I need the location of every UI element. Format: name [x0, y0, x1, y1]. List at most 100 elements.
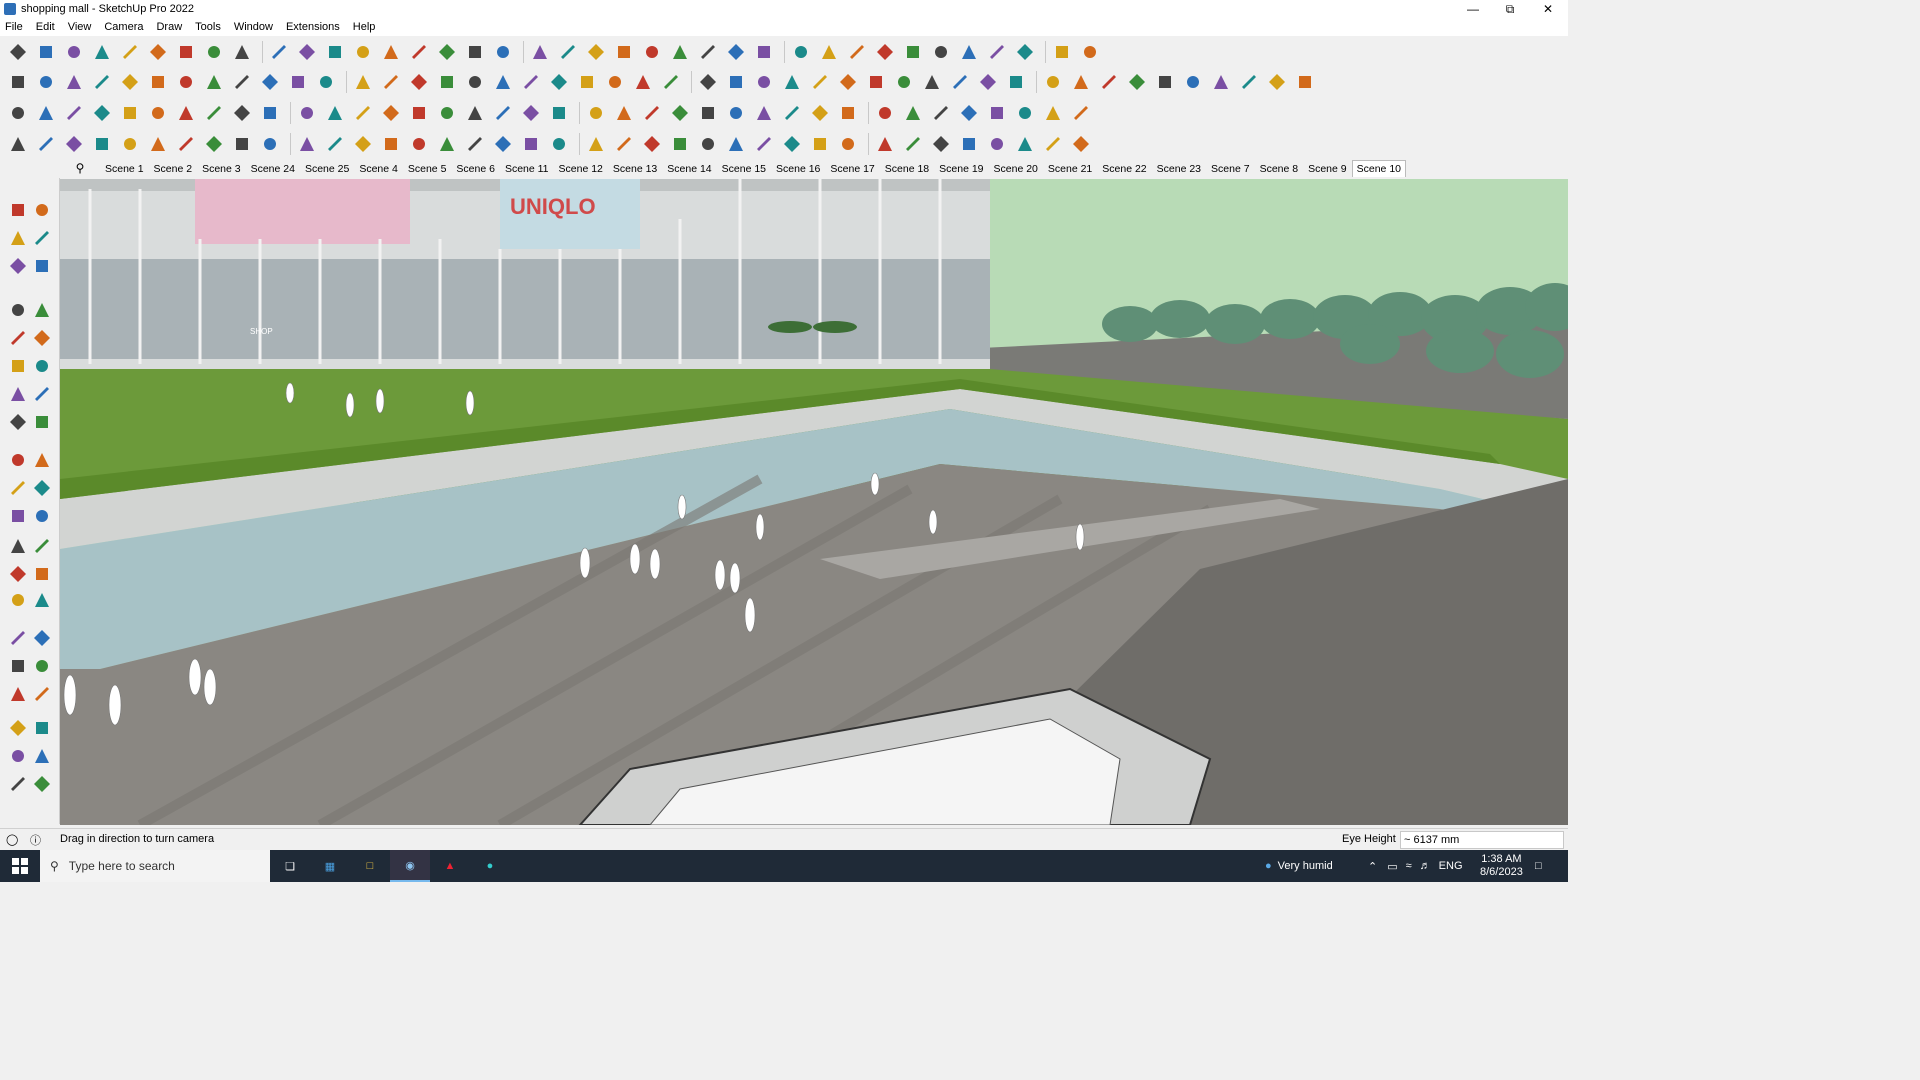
- toolbar-tool-button[interactable]: [901, 101, 925, 125]
- scene-tab[interactable]: Scene 1: [100, 160, 149, 177]
- toolbar-tool-button[interactable]: [146, 40, 170, 64]
- toolbar-tool-button[interactable]: [463, 70, 487, 94]
- scene-tab-active[interactable]: Scene 10: [1351, 159, 1406, 177]
- toolbar-tool-button[interactable]: [174, 70, 198, 94]
- toolbar-tool-button[interactable]: [491, 132, 515, 156]
- clock[interactable]: 1:38 AM 8/6/2023: [1480, 850, 1523, 882]
- left-tool-button[interactable]: [30, 562, 54, 586]
- scene-tab[interactable]: Scene 25: [300, 160, 354, 177]
- menu-file[interactable]: File: [5, 21, 23, 33]
- left-tool-button[interactable]: [6, 476, 30, 500]
- toolbar-tool-button[interactable]: [1181, 70, 1205, 94]
- menu-edit[interactable]: Edit: [36, 21, 55, 33]
- toolbar-tool-button[interactable]: [1004, 70, 1028, 94]
- toolbar-tool-button[interactable]: [407, 70, 431, 94]
- toolbar-tool-button[interactable]: [463, 40, 487, 64]
- toolbar-tool-button[interactable]: [752, 40, 776, 64]
- scene-tab[interactable]: Scene 13: [608, 160, 662, 177]
- left-tool-button[interactable]: [6, 504, 30, 528]
- toolbar-tool-button[interactable]: [323, 101, 347, 125]
- menu-camera[interactable]: Camera: [104, 21, 143, 33]
- toolbar-tool-button[interactable]: [6, 70, 30, 94]
- measurements-box[interactable]: ~ 6137 mm: [1400, 831, 1564, 849]
- toolbar-tool-button[interactable]: [528, 40, 552, 64]
- scene-tab[interactable]: Scene 4: [354, 160, 403, 177]
- toolbar-tool-button[interactable]: [519, 101, 543, 125]
- left-tool-button[interactable]: [6, 588, 30, 612]
- left-tool-button[interactable]: [6, 682, 30, 706]
- toolbar-tool-button[interactable]: [724, 101, 748, 125]
- model-viewport[interactable]: UNIQLO SHOP: [60, 179, 1568, 825]
- scene-tab[interactable]: Scene 3: [197, 160, 246, 177]
- toolbar-tool-button[interactable]: [575, 70, 599, 94]
- toolbar-tool-button[interactable]: [612, 40, 636, 64]
- toolbar-tool-button[interactable]: [948, 70, 972, 94]
- toolbar-tool-button[interactable]: [34, 101, 58, 125]
- toolbar-tool-button[interactable]: [286, 70, 310, 94]
- toolbar-tool-button[interactable]: [584, 101, 608, 125]
- toolbar-tool-button[interactable]: [752, 101, 776, 125]
- toolbar-tool-button[interactable]: [435, 70, 459, 94]
- menu-view[interactable]: View: [68, 21, 92, 33]
- toolbar-tool-button[interactable]: [780, 70, 804, 94]
- toolbar-tool-button[interactable]: [62, 40, 86, 64]
- scene-tab[interactable]: Scene 19: [934, 160, 988, 177]
- toolbar-tool-button[interactable]: [1293, 70, 1317, 94]
- left-tool-button[interactable]: [6, 298, 30, 322]
- left-tool-button[interactable]: [6, 772, 30, 796]
- left-tool-button[interactable]: [6, 534, 30, 558]
- toolbar-tool-button[interactable]: [696, 40, 720, 64]
- left-tool-button[interactable]: [30, 626, 54, 650]
- toolbar-tool-button[interactable]: [696, 132, 720, 156]
- toolbar-tool-button[interactable]: [295, 40, 319, 64]
- toolbar-tool-button[interactable]: [985, 40, 1009, 64]
- toolbar-tool-button[interactable]: [1013, 40, 1037, 64]
- monitor-icon[interactable]: ▭: [1387, 860, 1397, 873]
- left-tool-button[interactable]: [6, 716, 30, 740]
- left-tool-button[interactable]: [6, 654, 30, 678]
- toolbar-tool-button[interactable]: [118, 132, 142, 156]
- scene-tab[interactable]: Scene 12: [554, 160, 608, 177]
- left-tool-button[interactable]: [30, 354, 54, 378]
- left-tool-button[interactable]: [6, 354, 30, 378]
- toolbar-tool-button[interactable]: [1069, 101, 1093, 125]
- toolbar-tool-button[interactable]: [6, 40, 30, 64]
- toolbar-tool-button[interactable]: [873, 101, 897, 125]
- toolbar-tool-button[interactable]: [491, 101, 515, 125]
- toolbar-tool-button[interactable]: [892, 70, 916, 94]
- toolbar-tool-button[interactable]: [323, 40, 347, 64]
- toolbar-tool-button[interactable]: [351, 101, 375, 125]
- toolbar-tool-button[interactable]: [379, 70, 403, 94]
- toolbar-tool-button[interactable]: [631, 70, 655, 94]
- scene-tab[interactable]: Scene 8: [1255, 160, 1304, 177]
- toolbar-tool-button[interactable]: [584, 40, 608, 64]
- weather-widget[interactable]: ● Very humid: [1265, 850, 1333, 882]
- toolbar-tool-button[interactable]: [379, 132, 403, 156]
- toolbar-tool-button[interactable]: [90, 70, 114, 94]
- taskbar-sketchup[interactable]: ◉: [390, 850, 430, 882]
- toolbar-tool-button[interactable]: [901, 40, 925, 64]
- toolbar-tool-button[interactable]: [351, 40, 375, 64]
- toolbar-tool-button[interactable]: [845, 40, 869, 64]
- toolbar-tool-button[interactable]: [323, 132, 347, 156]
- scene-tab[interactable]: Scene 22: [1097, 160, 1151, 177]
- scene-tab[interactable]: Scene 11: [500, 160, 554, 177]
- toolbar-tool-button[interactable]: [603, 70, 627, 94]
- toolbar-tool-button[interactable]: [6, 132, 30, 156]
- scene-tab[interactable]: Scene 7: [1206, 160, 1255, 177]
- toolbar-tool-button[interactable]: [407, 40, 431, 64]
- left-tool-button[interactable]: [30, 772, 54, 796]
- geo-location-icon[interactable]: ◯: [6, 833, 18, 846]
- toolbar-tool-button[interactable]: [659, 70, 683, 94]
- toolbar-tool-button[interactable]: [836, 101, 860, 125]
- toolbar-tool-button[interactable]: [1097, 70, 1121, 94]
- left-tool-button[interactable]: [30, 588, 54, 612]
- toolbar-tool-button[interactable]: [295, 132, 319, 156]
- toolbar-tool-button[interactable]: [174, 40, 198, 64]
- toolbar-tool-button[interactable]: [547, 132, 571, 156]
- toolbar-tool-button[interactable]: [174, 101, 198, 125]
- toolbar-tool-button[interactable]: [202, 40, 226, 64]
- toolbar-tool-button[interactable]: [519, 70, 543, 94]
- toolbar-tool-button[interactable]: [34, 40, 58, 64]
- toolbar-tool-button[interactable]: [1041, 101, 1065, 125]
